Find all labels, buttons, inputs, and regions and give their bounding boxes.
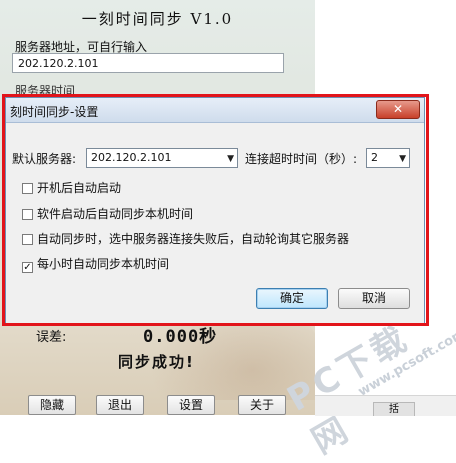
option-sync-on-start-label: 软件启动后自动同步本机时间 [37, 207, 194, 221]
settings-button[interactable]: 设置 [167, 395, 215, 415]
option-failover-label: 自动同步时，选中服务器连接失败后，自动轮询其它服务器 [37, 232, 350, 246]
app-title: 一刻时间同步 V1.0 [81, 10, 234, 28]
option-hourly-sync-label: 每小时自动同步本机时间 [37, 257, 170, 271]
option-autostart-label: 开机后自动启动 [37, 181, 122, 195]
dialog-title: 刻时间同步-设置 [10, 105, 99, 119]
option-sync-on-start[interactable]: 软件启动后自动同步本机时间 [22, 206, 193, 222]
hide-button[interactable]: 隐藏 [28, 395, 76, 415]
checkbox-sync-on-start[interactable] [22, 209, 33, 220]
error-label: 误差: [36, 330, 67, 345]
timeout-select[interactable]: 2 ▼ [366, 148, 410, 168]
dialog-titlebar[interactable]: 刻时间同步-设置 ✕ [6, 98, 424, 123]
default-server-select[interactable]: 202.120.2.101 ▼ [86, 148, 238, 168]
checkbox-failover[interactable] [22, 234, 33, 245]
timeout-label: 连接超时时间（秒）: [245, 152, 358, 166]
checkbox-autostart[interactable] [22, 183, 33, 194]
default-server-value: 202.120.2.101 [91, 151, 172, 164]
close-icon[interactable]: ✕ [376, 100, 420, 119]
dialog-body: 默认服务器: 202.120.2.101 ▼ 连接超时时间（秒）: 2 ▼ 开机… [6, 123, 424, 323]
error-value: 0.000秒 [143, 327, 218, 347]
checkbox-hourly-sync[interactable]: ✓ [22, 262, 33, 273]
cancel-button[interactable]: 取消 [338, 288, 410, 309]
chevron-down-icon: ▼ [399, 154, 406, 164]
taskbar-tab[interactable]: 括 [373, 402, 415, 416]
option-failover[interactable]: 自动同步时，选中服务器连接失败后，自动轮询其它服务器 [22, 231, 349, 247]
chevron-down-icon: ▼ [227, 154, 234, 164]
default-server-label: 默认服务器: [12, 152, 77, 166]
timeout-value: 2 [371, 151, 378, 164]
ok-button[interactable]: 确定 [256, 288, 328, 309]
server-address-input[interactable]: 202.120.2.101 [12, 53, 284, 73]
settings-dialog: 刻时间同步-设置 ✕ 默认服务器: 202.120.2.101 ▼ 连接超时时间… [5, 97, 425, 323]
sync-status: 同步成功! [118, 353, 195, 371]
option-hourly-sync[interactable]: ✓ 每小时自动同步本机时间 [22, 256, 170, 273]
exit-button[interactable]: 退出 [96, 395, 144, 415]
about-button[interactable]: 关于 [238, 395, 286, 415]
option-autostart[interactable]: 开机后自动启动 [22, 180, 121, 196]
